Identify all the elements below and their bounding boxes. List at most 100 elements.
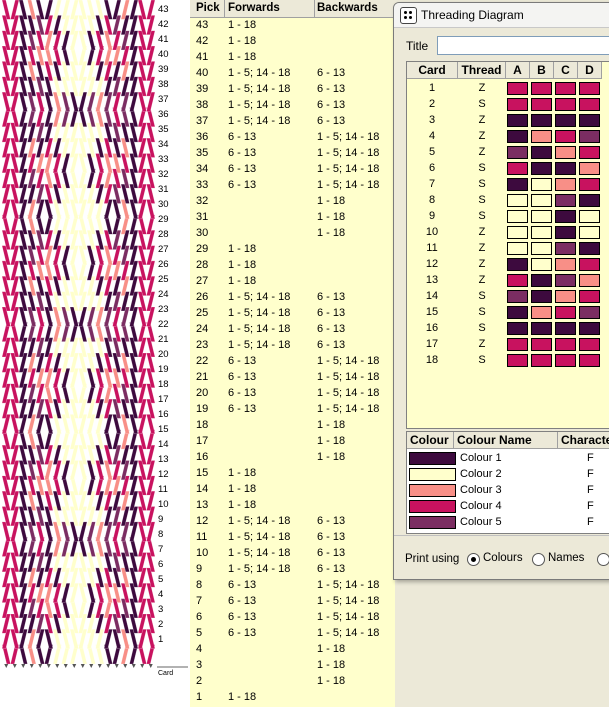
print-colours-radio[interactable] [467, 553, 480, 566]
hole-d-swatch[interactable] [579, 306, 600, 319]
hole-b-swatch[interactable] [531, 114, 552, 127]
pick-row[interactable]: 6 6 - 13 1 - 5; 14 - 18 [190, 609, 395, 625]
thread-twist[interactable]: Z [462, 224, 502, 240]
colour-name-column-header[interactable]: Colour Name [454, 432, 558, 449]
hole-c-swatch[interactable] [555, 338, 576, 351]
pick-row[interactable]: 8 6 - 13 1 - 5; 14 - 18 [190, 577, 395, 593]
pick-row[interactable]: 15 1 - 18 [190, 465, 395, 481]
pick-row[interactable]: 22 6 - 13 1 - 5; 14 - 18 [190, 353, 395, 369]
pick-row[interactable]: 2 1 - 18 [190, 673, 395, 689]
hole-c-swatch[interactable] [555, 178, 576, 191]
hole-d-swatch[interactable] [579, 162, 600, 175]
hole-d-swatch[interactable] [579, 242, 600, 255]
pick-column-header[interactable]: Pick [196, 1, 220, 16]
hole-a-swatch[interactable] [507, 194, 528, 207]
pick-row[interactable]: 1 1 - 18 [190, 689, 395, 705]
hole-a-swatch[interactable] [507, 146, 528, 159]
pick-row[interactable]: 26 1 - 5; 14 - 18 6 - 13 [190, 289, 395, 305]
hole-c-swatch[interactable] [555, 306, 576, 319]
pick-row[interactable]: 25 1 - 5; 14 - 18 6 - 13 [190, 305, 395, 321]
pick-row[interactable]: 3 1 - 18 [190, 657, 395, 673]
hole-c-swatch[interactable] [555, 210, 576, 223]
hole-a-swatch[interactable] [507, 354, 528, 367]
title-input[interactable] [437, 36, 609, 55]
pick-row[interactable]: 14 1 - 18 [190, 481, 395, 497]
hole-b-swatch[interactable] [531, 354, 552, 367]
hole-a-swatch[interactable] [507, 322, 528, 335]
hole-b-swatch[interactable] [531, 322, 552, 335]
hole-b-swatch[interactable] [531, 242, 552, 255]
hole-c-swatch[interactable] [555, 226, 576, 239]
thread-twist[interactable]: S [462, 160, 502, 176]
colour-column-header[interactable]: Colour [407, 432, 454, 449]
thread-twist[interactable]: Z [462, 112, 502, 128]
character-column-header[interactable]: Characte [558, 432, 609, 449]
thread-twist[interactable]: Z [462, 80, 502, 96]
pick-row[interactable]: 5 6 - 13 1 - 5; 14 - 18 [190, 625, 395, 641]
backwards-column-header[interactable]: Backwards [317, 1, 378, 16]
hole-c-swatch[interactable] [555, 354, 576, 367]
hole-d-column-header[interactable]: D [578, 62, 602, 79]
hole-c-swatch[interactable] [555, 194, 576, 207]
hole-d-swatch[interactable] [579, 226, 600, 239]
thread-twist[interactable]: S [462, 320, 502, 336]
pick-row[interactable]: 42 1 - 18 [190, 33, 395, 49]
thread-twist[interactable]: S [462, 208, 502, 224]
hole-d-swatch[interactable] [579, 178, 600, 191]
print-other-radio[interactable] [597, 553, 609, 566]
hole-a-swatch[interactable] [507, 274, 528, 287]
print-names-radio[interactable] [532, 553, 545, 566]
pick-row[interactable]: 40 1 - 5; 14 - 18 6 - 13 [190, 65, 395, 81]
thread-column-header[interactable]: Thread [458, 62, 506, 79]
pick-row[interactable]: 24 1 - 5; 14 - 18 6 - 13 [190, 321, 395, 337]
hole-d-swatch[interactable] [579, 114, 600, 127]
hole-d-swatch[interactable] [579, 210, 600, 223]
pick-row[interactable]: 30 1 - 18 [190, 225, 395, 241]
thread-twist[interactable]: S [462, 192, 502, 208]
pick-row[interactable]: 28 1 - 18 [190, 257, 395, 273]
hole-d-swatch[interactable] [579, 322, 600, 335]
hole-d-swatch[interactable] [579, 130, 600, 143]
colour-row[interactable]: Colour 1 F [407, 450, 609, 466]
pick-row[interactable]: 17 1 - 18 [190, 433, 395, 449]
colour-row[interactable]: Colour 3 F [407, 482, 609, 498]
pick-row[interactable]: 10 1 - 5; 14 - 18 6 - 13 [190, 545, 395, 561]
pick-row[interactable]: 12 1 - 5; 14 - 18 6 - 13 [190, 513, 395, 529]
pick-row[interactable]: 20 6 - 13 1 - 5; 14 - 18 [190, 385, 395, 401]
hole-a-swatch[interactable] [507, 306, 528, 319]
pick-row[interactable]: 29 1 - 18 [190, 241, 395, 257]
hole-a-swatch[interactable] [507, 82, 528, 95]
hole-b-column-header[interactable]: B [530, 62, 554, 79]
pick-row[interactable]: 36 6 - 13 1 - 5; 14 - 18 [190, 129, 395, 145]
hole-d-swatch[interactable] [579, 274, 600, 287]
card-column-header[interactable]: Card [407, 62, 458, 79]
hole-a-swatch[interactable] [507, 290, 528, 303]
pick-row[interactable]: 4 1 - 18 [190, 641, 395, 657]
hole-c-swatch[interactable] [555, 290, 576, 303]
thread-twist[interactable]: Z [462, 144, 502, 160]
hole-c-swatch[interactable] [555, 322, 576, 335]
hole-d-swatch[interactable] [579, 194, 600, 207]
hole-b-swatch[interactable] [531, 274, 552, 287]
hole-b-swatch[interactable] [531, 306, 552, 319]
thread-twist[interactable]: Z [462, 128, 502, 144]
thread-twist[interactable]: S [462, 288, 502, 304]
hole-d-swatch[interactable] [579, 98, 600, 111]
pick-row[interactable]: 31 1 - 18 [190, 209, 395, 225]
hole-d-swatch[interactable] [579, 338, 600, 351]
hole-c-swatch[interactable] [555, 274, 576, 287]
hole-c-swatch[interactable] [555, 82, 576, 95]
hole-b-swatch[interactable] [531, 130, 552, 143]
hole-c-swatch[interactable] [555, 258, 576, 271]
hole-a-swatch[interactable] [507, 242, 528, 255]
pick-row[interactable]: 38 1 - 5; 14 - 18 6 - 13 [190, 97, 395, 113]
hole-b-swatch[interactable] [531, 82, 552, 95]
hole-d-swatch[interactable] [579, 290, 600, 303]
pick-row[interactable]: 23 1 - 5; 14 - 18 6 - 13 [190, 337, 395, 353]
pick-row[interactable]: 37 1 - 5; 14 - 18 6 - 13 [190, 113, 395, 129]
hole-b-swatch[interactable] [531, 226, 552, 239]
hole-b-swatch[interactable] [531, 194, 552, 207]
hole-a-swatch[interactable] [507, 178, 528, 191]
hole-c-swatch[interactable] [555, 98, 576, 111]
pick-row[interactable]: 27 1 - 18 [190, 273, 395, 289]
